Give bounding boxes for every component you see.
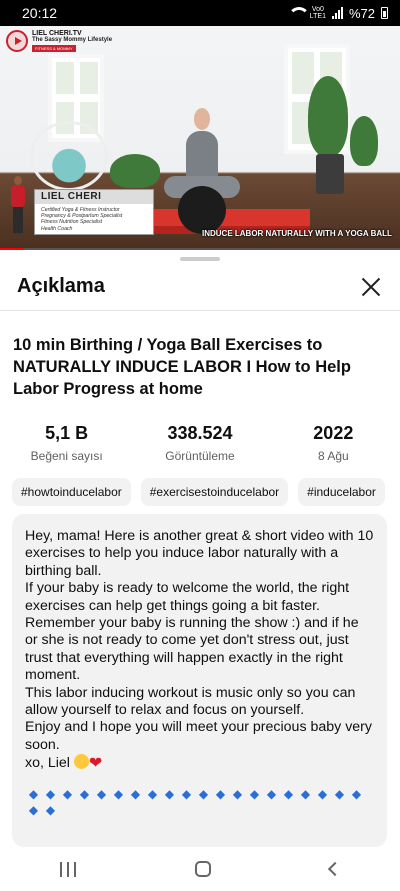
stat-likes: 5,1 B Beğeni sayısı xyxy=(0,423,133,463)
description-paragraph: Enjoy and I hope you will meet your prec… xyxy=(25,719,372,753)
blue-diamond-icon: ◆ xyxy=(232,786,243,801)
video-plant-right xyxy=(350,116,378,166)
blue-diamond-icon: ◆ xyxy=(147,786,158,801)
blue-diamond-icon: ◆ xyxy=(283,786,294,801)
close-icon[interactable] xyxy=(359,275,383,299)
description-signoff: xo, Liel ❤ xyxy=(25,754,375,772)
blue-diamond-icon: ◆ xyxy=(266,786,277,801)
blue-diamond-icon: ◆ xyxy=(45,802,56,817)
channel-tag: FITNESS & MOMMY xyxy=(32,45,76,52)
video-pot xyxy=(316,154,344,194)
blue-diamond-icon: ◆ xyxy=(113,786,124,801)
home-icon[interactable] xyxy=(194,861,211,877)
description-paragraph: This labor inducing workout is music onl… xyxy=(25,684,356,719)
sheet-header: Açıklama xyxy=(0,263,400,311)
blue-diamond-icon: ◆ xyxy=(249,786,260,801)
network-bottom-label: LTE1 xyxy=(309,13,326,20)
blue-diamond-icon: ◆ xyxy=(45,786,56,801)
smiling-face-icon xyxy=(73,754,89,770)
heart-icon: ❤ xyxy=(88,755,103,773)
blue-diamond-icon: ◆ xyxy=(130,786,141,801)
description-card: Hey, mama! Here is another great & short… xyxy=(12,514,387,847)
diamond-emoji-row: ◆ ◆ ◆ ◆ ◆ ◆ ◆ ◆ ◆ ◆ ◆ ◆ ◆ ◆ ◆ ◆ ◆ ◆ ◆ ◆ ◆ ◆ xyxy=(25,787,365,817)
video-person-head xyxy=(194,108,210,130)
channel-subtitle: The Sassy Mommy Lifestyle xyxy=(32,37,113,43)
hashtag-row: #howtoinducelabor #exercisestoinducelabo… xyxy=(12,478,400,506)
wifi-icon xyxy=(287,7,310,19)
description-paragraph: If your baby is ready to welcome the wor… xyxy=(25,580,350,614)
lower-third-desc: Certified Yoga & Fitness Instructor Preg… xyxy=(41,207,122,232)
blue-diamond-icon: ◆ xyxy=(79,786,90,801)
blue-diamond-icon: ◆ xyxy=(164,786,175,801)
video-lower-third: LIEL CHERI Certified Yoga & Fitness Inst… xyxy=(34,189,154,235)
channel-name: LIEL CHERI.TV xyxy=(32,30,82,37)
stat-label: Beğeni sayısı xyxy=(30,449,103,463)
hashtag-chip[interactable]: #inducelabor xyxy=(298,478,385,506)
blue-diamond-icon: ◆ xyxy=(28,786,39,801)
blue-diamond-icon: ◆ xyxy=(351,786,362,801)
blue-diamond-icon: ◆ xyxy=(198,786,209,801)
blue-diamond-icon: ◆ xyxy=(334,786,345,801)
status-time: 20:12 xyxy=(22,5,58,21)
system-nav-bar xyxy=(0,847,400,891)
sheet-title: Açıklama xyxy=(17,275,105,297)
network-top-label: Vo0 xyxy=(311,6,324,13)
network-type: Vo0 LTE1 xyxy=(310,6,326,20)
blue-diamond-icon: ◆ xyxy=(181,786,192,801)
stat-value: 338.524 xyxy=(167,423,233,443)
status-bar: 20:12 Vo0 LTE1 %72 xyxy=(0,0,400,26)
description-paragraph: Hey, mama! Here is another great & short… xyxy=(25,528,374,579)
video-yoga-ball xyxy=(178,186,226,234)
video-caption: INDUCE LABOR NATURALLY WITH A YOGA BALL xyxy=(202,229,392,238)
sheet-drag-handle[interactable] xyxy=(180,257,220,261)
video-chair xyxy=(30,121,108,191)
signal-icon xyxy=(331,7,343,19)
blue-diamond-icon: ◆ xyxy=(96,786,107,801)
stat-label: 8 Ağu xyxy=(317,449,349,463)
video-plant-left xyxy=(110,154,160,188)
stat-value: 2022 xyxy=(313,423,354,443)
back-icon[interactable] xyxy=(328,861,343,877)
lower-third-name: LIEL CHERI xyxy=(35,190,153,204)
hashtag-chip[interactable]: #exercisestoinducelabor xyxy=(140,478,289,506)
status-icons: Vo0 LTE1 %72 xyxy=(287,5,388,21)
hashtag-chip[interactable]: #howtoinducelabor xyxy=(12,478,131,506)
blue-diamond-icon: ◆ xyxy=(28,802,39,817)
stat-value: 5,1 B xyxy=(45,423,89,443)
stat-date: 2022 8 Ağu xyxy=(267,423,400,463)
blue-diamond-icon: ◆ xyxy=(317,786,328,801)
channel-logo-icon xyxy=(6,30,28,52)
battery-percent: %72 xyxy=(348,5,375,21)
video-title: 10 min Birthing / Yoga Ball Exercises to… xyxy=(13,336,351,398)
video-host-figure xyxy=(8,176,28,236)
blue-diamond-icon: ◆ xyxy=(62,786,73,801)
video-player[interactable]: LIEL CHERI.TV The Sassy Mommy Lifestyle … xyxy=(0,26,400,250)
blue-diamond-icon: ◆ xyxy=(300,786,311,801)
stat-label: Görüntüleme xyxy=(165,449,235,463)
channel-badge: LIEL CHERI.TV The Sassy Mommy Lifestyle … xyxy=(6,30,112,52)
recents-icon[interactable] xyxy=(59,861,76,877)
video-plant-tall xyxy=(308,76,348,156)
description-paragraph: Remember your baby is running the show :… xyxy=(25,615,359,684)
battery-icon xyxy=(381,7,388,19)
stats-row: 5,1 B Beğeni sayısı 338.524 Görüntüleme … xyxy=(0,423,400,463)
lower-third-line: Health Coach xyxy=(41,225,73,232)
blue-diamond-icon: ◆ xyxy=(215,786,226,801)
stat-views: 338.524 Görüntüleme xyxy=(133,423,266,463)
signoff-text: xo, Liel xyxy=(25,755,70,772)
